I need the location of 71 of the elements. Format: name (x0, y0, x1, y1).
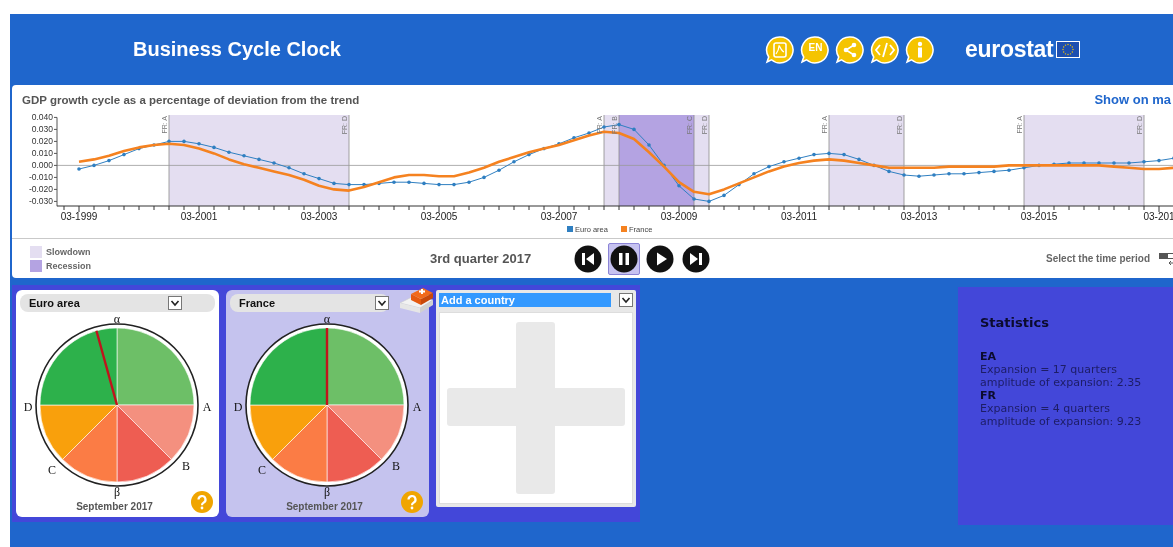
chevron-down-icon (168, 296, 182, 310)
info-button[interactable] (905, 34, 935, 65)
stat-line: Expansion = 17 quarters (980, 363, 1118, 376)
map-link[interactable]: Show on ma (1094, 88, 1171, 107)
country-select[interactable]: France (230, 294, 389, 312)
speech-bubble-icon (800, 34, 830, 65)
axis-tick-label: 03-2007 (540, 211, 578, 222)
axis-tick-label: 03-2013 (900, 211, 938, 222)
logo-text: eurostat (965, 36, 1054, 63)
phase-label: β (113, 485, 121, 499)
pdf-button[interactable] (765, 34, 795, 65)
phase-label: D (233, 400, 243, 414)
legend-swatch (621, 226, 627, 232)
axis-tick-label: 03-1999 (60, 211, 98, 222)
legend-swatch (30, 259, 42, 272)
skip-forward-icon (682, 244, 710, 273)
stat-line: Expansion = 4 quarters (980, 402, 1111, 415)
period-label: 3rd quarter 2017 (429, 251, 533, 266)
app-title: Business Cycle Clock (132, 38, 342, 61)
axis-tick-label: 0.020 (31, 136, 53, 147)
embed-button[interactable] (870, 34, 900, 65)
country-select[interactable]: Euro area (20, 294, 215, 312)
pause-button[interactable] (608, 242, 640, 275)
skip-back-icon (574, 244, 602, 273)
phase-label: A (412, 400, 422, 414)
legend-label: Slowdown (46, 246, 91, 257)
axis-tick-label: -0.010 (28, 172, 53, 183)
axis-tick-label: 0.010 (31, 148, 53, 159)
phase-label: α (323, 312, 331, 326)
chevron-down-icon (619, 293, 633, 307)
phase-label: A (202, 400, 212, 414)
phase-label: B (392, 459, 400, 473)
info-icon (905, 34, 935, 65)
flag-icon (1056, 41, 1081, 58)
chevron-down-icon (375, 296, 389, 310)
axis-tick-label: 03-2003 (300, 211, 338, 222)
country-code: EA (980, 350, 998, 363)
phase-label: C (258, 463, 266, 477)
play-icon (646, 244, 674, 273)
embed-icon (870, 34, 900, 65)
stat-line: amplitude of expansion: 9.23 (980, 415, 1143, 428)
date-label: September 2017 (76, 501, 153, 514)
delete-icon[interactable] (397, 286, 435, 316)
chart-title: GDP growth cycle as a percentage of deviation from the trend (22, 92, 360, 106)
axis-tick-label: 03-2011 (781, 211, 817, 222)
axis-tick-label: 03-2001 (180, 211, 218, 222)
axis-tick-label: 03-2005 (420, 211, 458, 222)
axis-tick-label: 0.000 (31, 160, 53, 171)
date-label: September 2017 (286, 501, 363, 514)
phase-label: β (323, 485, 331, 499)
phase-label: α (113, 312, 121, 326)
legend-swatch (30, 245, 42, 258)
axis-tick-label: -0.030 (28, 196, 53, 207)
phase-label: B (182, 459, 190, 473)
stat-line: amplitude of expansion: 2.35 (980, 376, 1143, 389)
time-period-label: Select the time period (1046, 253, 1150, 264)
axis-tick-label: 0.030 (31, 124, 53, 135)
axis-tick-label: 03-2015 (1020, 211, 1058, 222)
stats-title: Statistics (980, 315, 1050, 330)
share-icon (835, 34, 865, 65)
axis-tick-label: -0.020 (28, 184, 53, 195)
phase-label: D (23, 400, 33, 414)
axis-tick-label: 0.040 (31, 112, 53, 123)
legend-label: Recession (46, 260, 92, 271)
legend-swatch (567, 226, 573, 232)
pause-icon (610, 244, 638, 273)
phase-label: C (48, 463, 56, 477)
pdf-icon (765, 34, 795, 65)
share-button[interactable] (835, 34, 865, 65)
country-code: FR (980, 389, 997, 402)
axis-tick-label: 03-2009 (660, 211, 698, 222)
